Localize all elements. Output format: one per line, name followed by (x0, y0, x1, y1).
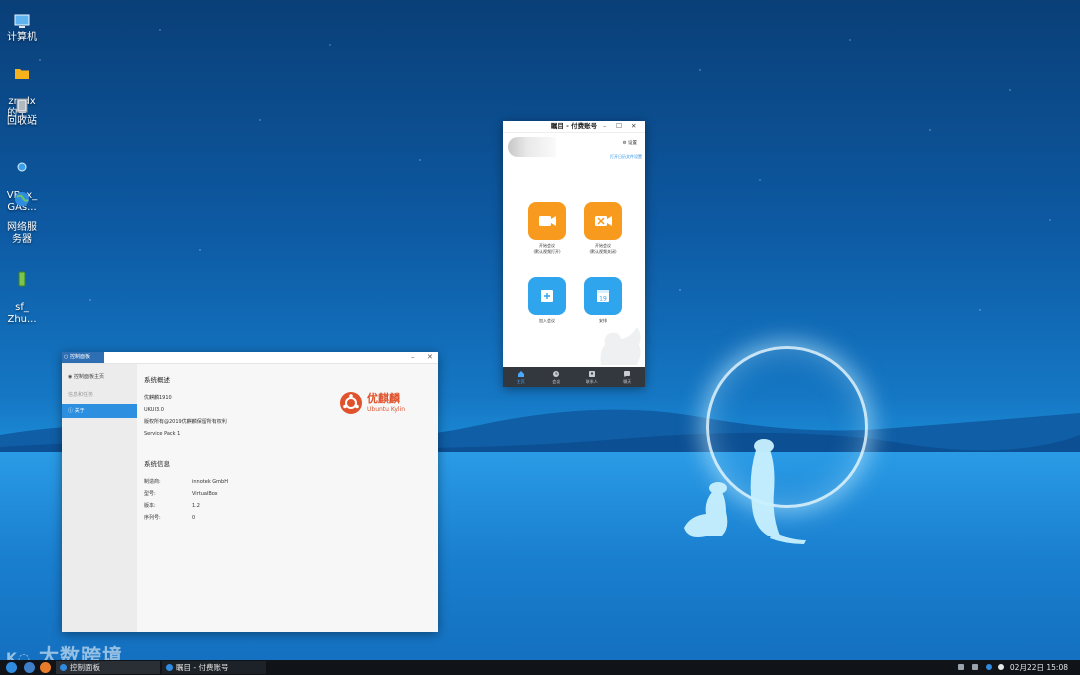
taskbar: 控制面板 瞩目 - 付费账号 02月22日 15:08 (0, 660, 1080, 675)
minimize-button[interactable]: – (411, 352, 415, 363)
nav-tab-chat[interactable]: 聊天 (610, 367, 646, 387)
nav-tab-home[interactable]: 主页 (503, 367, 539, 387)
meeting-title: 瞩目 - 付费账号 (550, 122, 598, 130)
trash-icon (16, 98, 28, 113)
nav-label: 聊天 (623, 379, 632, 384)
taskbar-item-meeting[interactable]: 瞩目 - 付费账号 (162, 661, 266, 674)
desktop-icon-trash[interactable]: 回收站 (2, 96, 42, 128)
sysinfo-row: 版本: 1.2 (144, 503, 200, 509)
desktop-icon-label: 计算机 (7, 32, 37, 43)
video-off-icon (595, 216, 612, 226)
settings-label: 设置 (628, 141, 637, 146)
sysinfo-row: 制造商: innotek GmbH (144, 479, 228, 485)
app-icon (60, 664, 67, 671)
meeting-window: 瞩目 - 付费账号 – ☐ ✕ ⚙ 设置 打开日历文件设置 开始会议 (默认视频… (503, 121, 645, 387)
meeting-titlebar[interactable]: 瞩目 - 付费账号 – ☐ ✕ (503, 121, 645, 133)
contacts-icon (588, 371, 595, 377)
home-circle-icon: ◉ (68, 374, 73, 380)
meeting-tray-icon[interactable] (986, 664, 992, 670)
close-button[interactable]: ✕ (427, 352, 433, 363)
close-button[interactable]: ✕ (631, 121, 636, 132)
tile-label: 加入会议 (539, 318, 555, 323)
computer-icon (14, 14, 30, 28)
ferrets-illustration (684, 439, 806, 544)
schedule-button[interactable]: 19 (584, 277, 622, 315)
control-panel-sidebar: ◉ 控制面板主页 信息和任务 ⓘ 关于 (62, 364, 137, 632)
decorative-animal-icon (600, 327, 641, 365)
sidebar-item-label: 关于 (74, 408, 85, 414)
clock[interactable]: 02月22日 15:08 (1010, 660, 1068, 675)
file-manager-icon[interactable] (24, 662, 35, 673)
join-icon (541, 290, 553, 302)
logo-text-cn: 优麒麟 (367, 392, 400, 405)
maximize-button[interactable]: ☐ (616, 121, 622, 132)
nav-label: 会议 (552, 379, 561, 384)
nav-label: 联系人 (585, 379, 598, 384)
control-panel-title: 控制面板 (69, 354, 90, 360)
calendar-day: 19 (599, 296, 607, 303)
logo-text-en: Ubuntu Kylin (367, 406, 406, 413)
sidebar-section-header: 信息和任务 (68, 392, 94, 398)
circle-icon: ○ (64, 354, 69, 360)
service-pack: Service Pack 1 (144, 431, 181, 437)
globe-icon (15, 192, 29, 206)
clock-icon (553, 371, 560, 377)
nav-tab-contacts[interactable]: 联系人 (574, 367, 610, 387)
minimize-button[interactable]: – (603, 121, 606, 132)
taskbar-item-label: 控制面板 (70, 663, 100, 672)
calendar-settings-link[interactable]: 打开日历文件设置 (610, 154, 642, 160)
sidebar-item-about[interactable]: ⓘ 关于 (62, 404, 137, 418)
sysinfo-row: 序列号: 0 (144, 515, 196, 521)
settings-button[interactable]: ⚙ 设置 (623, 140, 637, 146)
desktop-icon-network[interactable]: 网络服 务器 (2, 178, 42, 246)
control-panel-titlebar[interactable]: ○ 控制面板 – ✕ (62, 352, 438, 364)
network-tray-icon[interactable] (972, 664, 978, 670)
tile-label: 开始会议 (默认视频关闭) (589, 243, 617, 254)
overview-heading: 系统概述 (144, 376, 170, 384)
kylin-logo-icon (340, 392, 362, 414)
desktop-icon-shared-folder[interactable]: sf_ Zhu... (2, 258, 42, 326)
desktop-icon-label: sf_ Zhu... (7, 302, 37, 325)
disc-icon (17, 162, 27, 172)
chat-icon (624, 371, 631, 378)
desktop-icon-computer[interactable]: 计算机 (2, 12, 42, 44)
notification-tray-icon[interactable] (998, 664, 1004, 670)
calendar-icon: 19 (597, 290, 609, 303)
control-panel-tab[interactable]: ○ 控制面板 (62, 352, 104, 363)
nav-tab-meetings[interactable]: 会议 (539, 367, 575, 387)
folder-icon (15, 69, 29, 79)
tile-label: 开始会议 (默认视频打开) (533, 243, 561, 254)
start-menu-icon[interactable] (6, 662, 17, 673)
avatar[interactable] (508, 137, 556, 157)
meeting-bottom-nav: 主页 会议 联系人 聊天 (503, 367, 645, 387)
start-meeting-video-off-button[interactable] (584, 202, 622, 240)
control-panel-window: ○ 控制面板 – ✕ ◉ 控制面板主页 信息和任务 ⓘ 关于 系统概述 优麒麟1… (62, 352, 438, 632)
usb-drive-icon (18, 271, 26, 287)
app-icon (166, 664, 173, 671)
keyboard-tray-icon[interactable] (958, 664, 964, 670)
desktop-icon-label: 网络服 务器 (7, 222, 37, 245)
gear-icon: ⚙ (622, 141, 627, 146)
sidebar-item-home[interactable]: ◉ 控制面板主页 (62, 370, 137, 384)
info-icon: ⓘ (68, 408, 74, 414)
start-meeting-video-on-button[interactable] (528, 202, 566, 240)
nav-label: 主页 (516, 379, 525, 384)
sysinfo-heading: 系统信息 (144, 460, 170, 468)
browser-icon[interactable] (40, 662, 51, 673)
sysinfo-row: 型号: VirtualBox (144, 491, 218, 497)
desktop-icon-label: 回收站 (7, 116, 37, 127)
taskbar-item-control-panel[interactable]: 控制面板 (56, 661, 160, 674)
taskbar-item-label: 瞩目 - 付费账号 (176, 663, 229, 672)
sidebar-item-label: 控制面板主页 (73, 374, 104, 380)
join-meeting-button[interactable] (528, 277, 566, 315)
ubuntu-kylin-logo: 优麒麟 Ubuntu Kylin (340, 392, 412, 418)
video-icon (539, 216, 556, 226)
home-icon (517, 371, 524, 377)
